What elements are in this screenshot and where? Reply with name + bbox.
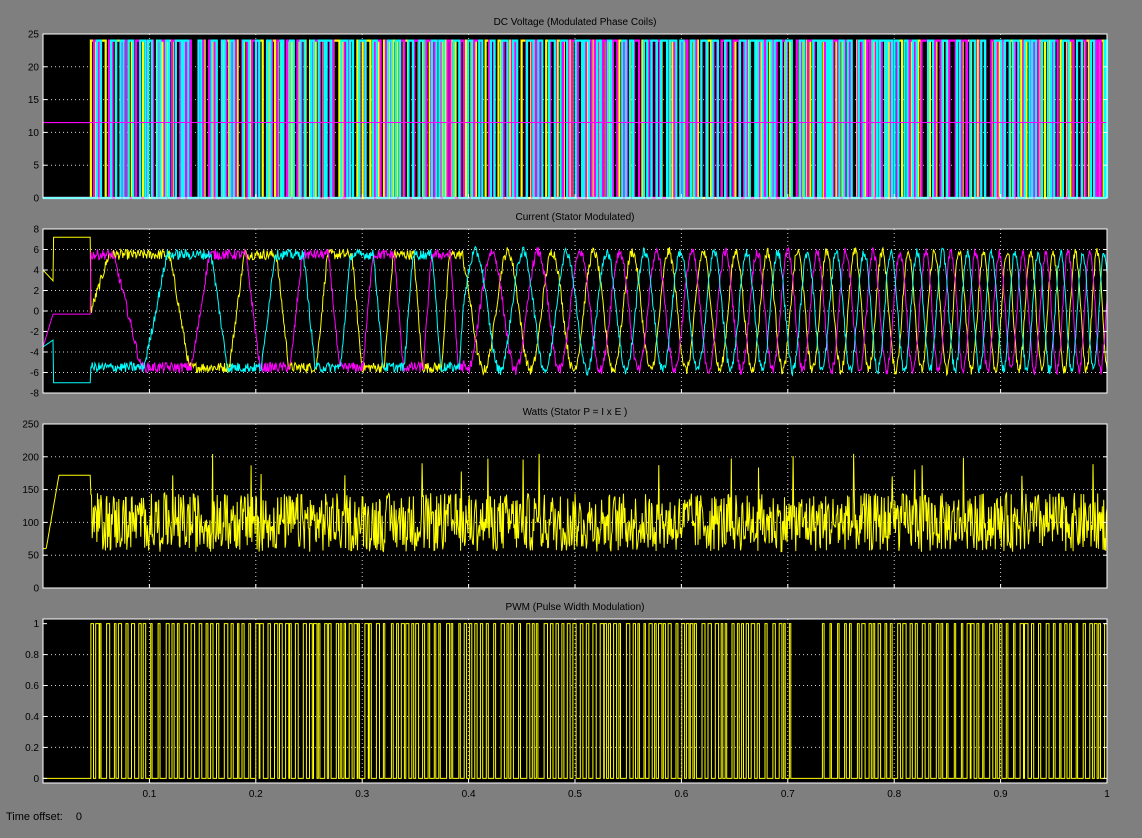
status-bar: Time offset: 0	[6, 811, 82, 823]
x-tick-label: 0.1	[142, 789, 156, 800]
x-tick-label: 0.7	[781, 789, 795, 800]
y-tick-label: 150	[22, 485, 39, 496]
x-tick-label: 0.5	[568, 789, 582, 800]
y-tick-label: 6	[33, 245, 39, 256]
y-tick-label: -4	[30, 348, 39, 359]
y-tick-label: 4	[33, 266, 39, 277]
y-tick-label: -6	[30, 368, 39, 379]
y-tick-label: -2	[30, 327, 39, 338]
y-tick-label: 100	[22, 518, 39, 529]
chart-title: PWM (Pulse Width Modulation)	[506, 602, 645, 613]
y-tick-label: 0.2	[25, 743, 39, 754]
y-tick-label: 250	[22, 420, 39, 431]
x-tick-label: 0.2	[249, 789, 263, 800]
chart-panel-2: Current (Stator Modulated) -8 -6 -4 -2 0 2 4 6 8	[30, 212, 1108, 400]
x-tick-label: 0.3	[355, 789, 369, 800]
chart-panel-1: DC Voltage (Modulated Phase Coils) 0 5 10 15…	[28, 17, 1109, 205]
chart-panel-4: PWM (Pulse Width Modulation) 0 0.2 0.4 0.6 0.…	[25, 602, 1110, 800]
y-tick-label: 2	[33, 286, 39, 297]
y-tick-label: 200	[22, 452, 39, 463]
y-tick-label: 0	[33, 774, 39, 785]
y-tick-label: 0	[33, 584, 39, 595]
chart-panel-3: Watts (Stator P = I x E ) 0 50 100 150 200 250	[22, 407, 1108, 595]
x-tick-label: 0.9	[994, 789, 1008, 800]
y-tick-label: 0.4	[25, 712, 39, 723]
x-tick-label: 0.8	[887, 789, 901, 800]
x-tick-label: 1	[1104, 789, 1110, 800]
y-tick-label: 0	[33, 194, 39, 205]
y-tick-label: 0.8	[25, 650, 39, 661]
y-tick-label: 25	[28, 30, 40, 41]
y-tick-label: 10	[28, 128, 40, 139]
y-tick-label: 50	[28, 551, 40, 562]
y-tick-label: 0	[33, 307, 39, 318]
chart-title: Current (Stator Modulated)	[516, 212, 635, 223]
time-offset-value: 0	[75, 811, 83, 823]
time-offset-label: Time offset:	[6, 811, 63, 823]
chart-title: DC Voltage (Modulated Phase Coils)	[494, 17, 657, 28]
x-tick-label: 0.4	[462, 789, 476, 800]
y-tick-label: 1	[33, 619, 39, 630]
chart-title: Watts (Stator P = I x E )	[523, 407, 628, 418]
scope-figure: DC Voltage (Modulated Phase Coils)051015…	[22, 17, 1110, 800]
y-tick-label: 0.6	[25, 681, 39, 692]
y-tick-label: 8	[33, 225, 39, 236]
y-tick-label: 15	[28, 95, 40, 106]
y-tick-label: -8	[30, 389, 39, 400]
x-tick-label: 0.6	[674, 789, 688, 800]
y-tick-label: 5	[33, 161, 39, 172]
y-tick-label: 20	[28, 62, 40, 73]
